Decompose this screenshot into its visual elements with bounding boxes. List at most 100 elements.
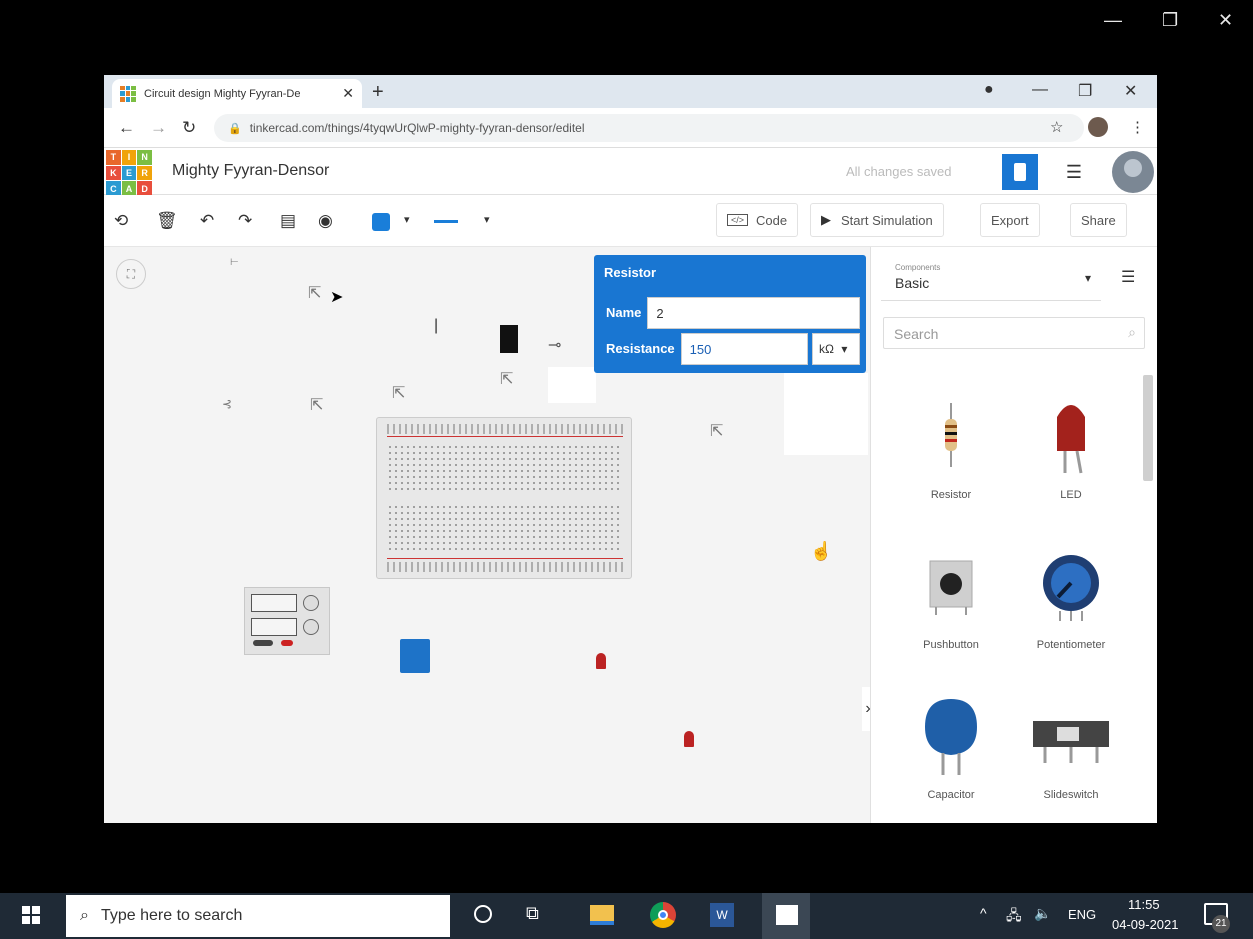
save-status: All changes saved [846, 164, 952, 179]
pushbutton-icon [929, 560, 973, 615]
task-view-icon[interactable]: ⧉ [526, 903, 539, 924]
taskbar-search-box[interactable]: ⌕ Type here to search [66, 895, 450, 937]
export-button[interactable]: Export [980, 203, 1040, 237]
power-knob [303, 619, 319, 635]
name-label: Name [600, 297, 648, 329]
circuit-view-button[interactable] [1002, 154, 1038, 190]
browser-menu-icon[interactable]: ⋮ [1130, 118, 1145, 136]
notes-icon[interactable]: ▤ [280, 211, 296, 231]
outer-minimize-icon[interactable]: — [1104, 10, 1122, 31]
led-component[interactable] [684, 731, 694, 747]
list-view-icon[interactable]: ☰ [1121, 267, 1135, 287]
file-explorer-icon[interactable] [590, 905, 614, 925]
tinkercad-favicon-icon [120, 85, 136, 102]
logo-letter: T [106, 150, 121, 165]
component-search-input[interactable]: Search ⌕ [883, 317, 1145, 349]
component-label: Slideswitch [1043, 789, 1099, 801]
undo-icon[interactable]: ↶ [200, 211, 214, 231]
user-avatar[interactable] [1112, 151, 1154, 193]
unit-chevron-icon: ▾ [841, 342, 848, 356]
show-hidden-icons[interactable]: ^ [980, 905, 987, 921]
led-component[interactable] [596, 653, 606, 669]
component-pushbutton[interactable]: Pushbutton [891, 547, 1011, 657]
project-title[interactable]: Mighty Fyyran-Densor [172, 162, 329, 180]
back-icon[interactable]: ← [118, 118, 135, 138]
language-indicator[interactable]: ENG [1068, 907, 1096, 922]
component-led[interactable]: LED [1011, 397, 1131, 507]
reload-icon[interactable]: ↻ [182, 118, 196, 138]
visibility-icon[interactable]: ◉ [318, 211, 333, 231]
cortana-icon[interactable] [474, 905, 492, 923]
outer-close-icon[interactable]: ✕ [1218, 10, 1233, 31]
table-icon: ☰ [1065, 161, 1083, 182]
arrow-cursor-icon: ➤ [330, 289, 344, 306]
color-dropdown-chevron-icon[interactable]: ▾ [404, 213, 410, 226]
panel-scrollbar[interactable] [1143, 375, 1153, 481]
small-component[interactable]: | [434, 317, 438, 335]
breadboard-rail [387, 424, 623, 434]
capacitor-icon [925, 699, 977, 775]
tinkercad-logo[interactable]: T I N K E R C A D [106, 150, 152, 196]
resistor-component[interactable]: ⊸ [548, 335, 561, 355]
component-resistor[interactable]: Resistor [891, 397, 1011, 507]
component-slideswitch[interactable]: Slideswitch [1011, 697, 1131, 807]
component-potentiometer[interactable]: Potentiometer [1011, 547, 1131, 657]
rotate-icon[interactable]: ⟲ [114, 211, 128, 231]
wire-style-icon[interactable] [434, 220, 458, 223]
browser-minimize-icon[interactable]: — [1032, 81, 1048, 99]
unit-select[interactable]: kΩ ▾ [812, 333, 860, 365]
record-icon[interactable]: ● [984, 81, 994, 99]
network-icon[interactable]: 🖧 [1006, 905, 1022, 929]
small-component[interactable]: ⊢ [230, 257, 239, 268]
browser-tab[interactable]: Circuit design Mighty Fyyran-De ✕ [112, 79, 362, 108]
dip-switch-component[interactable] [400, 639, 430, 673]
resistance-input[interactable]: 150 [680, 333, 808, 365]
windows-start-icon[interactable] [22, 906, 40, 924]
notification-count-badge: 21 [1212, 915, 1230, 933]
redo-icon[interactable]: ↷ [238, 211, 252, 231]
word-icon[interactable]: W [710, 903, 734, 927]
browser-restore-icon[interactable]: ❐ [1078, 81, 1092, 101]
profile-avatar-icon[interactable] [1088, 117, 1108, 137]
url-field[interactable]: 🔒 tinkercad.com/things/4tyqwUrQlwP-might… [214, 114, 1084, 142]
power-supply-component[interactable] [244, 587, 330, 655]
breadboard-red-line [387, 436, 623, 437]
resistor-icon [945, 403, 957, 467]
color-swatch[interactable] [372, 213, 390, 231]
bookmark-star-icon[interactable]: ☆ [1050, 118, 1063, 136]
logo-letter: E [121, 165, 137, 181]
volume-icon[interactable]: 🔈 [1034, 905, 1051, 922]
search-placeholder: Search [894, 326, 939, 342]
browser-close-icon[interactable]: ✕ [1124, 81, 1137, 101]
forward-icon[interactable]: → [150, 118, 167, 138]
outer-restore-icon[interactable]: ❐ [1162, 10, 1178, 31]
play-icon: ▶ [821, 212, 831, 227]
clock-time[interactable]: 11:55 [1128, 897, 1160, 912]
breadboard-component[interactable] [376, 417, 632, 579]
name-input[interactable]: 2 [647, 297, 860, 329]
code-button[interactable]: </> Code [716, 203, 799, 237]
clock-date[interactable]: 04-09-2021 [1112, 917, 1179, 932]
logo-letter: A [121, 181, 137, 196]
component-capacitor[interactable]: Capacitor [891, 697, 1011, 807]
tab-close-icon[interactable]: ✕ [342, 85, 354, 102]
component-label: Potentiometer [1036, 639, 1106, 651]
components-dropdown-caption: Components [895, 263, 941, 272]
circuit-workplane[interactable]: ⛶ ⊢ ⇱ ➤ | ⊸ ⇱ ⊰ ⇱ ⇱ ⇱ ☝ Resistor Name 2 … [104, 247, 870, 823]
components-dropdown[interactable]: Components Basic ▾ [881, 253, 1101, 301]
slideswitch-component[interactable] [500, 325, 518, 353]
slideswitch-icon [1033, 721, 1109, 763]
delete-icon[interactable]: 🗑 [156, 211, 178, 231]
app-header: T I N K E R C A D Mighty Fyyran-Densor A… [104, 148, 1157, 196]
small-component[interactable]: ⊰ [222, 397, 232, 411]
component-label: LED [1060, 489, 1082, 501]
start-simulation-button[interactable]: ▶ Start Simulation [810, 203, 944, 237]
new-tab-icon[interactable]: + [372, 81, 384, 104]
share-label: Share [1081, 212, 1116, 228]
component-list-view-button[interactable]: ☰ [1056, 154, 1092, 190]
share-button[interactable]: Share [1070, 203, 1127, 237]
component-label: Pushbutton [923, 639, 979, 651]
wire-dropdown-chevron-icon[interactable]: ▾ [484, 213, 490, 226]
potentiometer-icon [1043, 555, 1099, 621]
fit-view-icon[interactable]: ⛶ [116, 259, 146, 289]
